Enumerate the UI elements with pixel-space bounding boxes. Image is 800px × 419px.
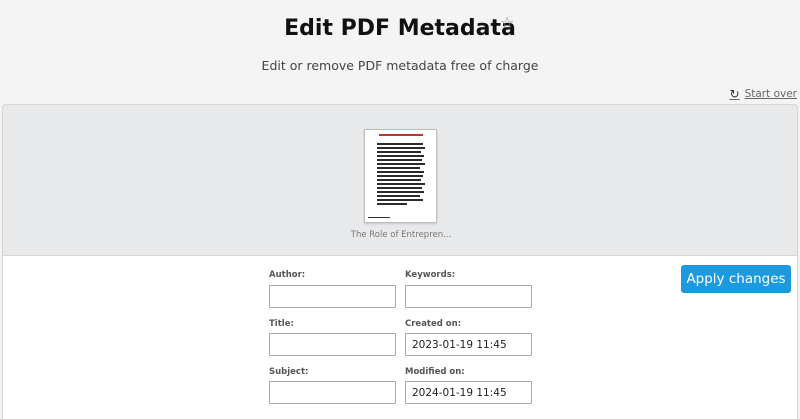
start-over-link[interactable]: ↻ Start over: [730, 88, 797, 100]
thumbnail-heading-line: [379, 134, 423, 136]
modified-on-input[interactable]: [405, 381, 532, 404]
page-subtitle: Edit or remove PDF metadata free of char…: [261, 58, 539, 73]
page-header: Edit PDF Metadata ☆ Edit or remove PDF m…: [0, 0, 800, 104]
thumbnail-footer-line: [368, 216, 390, 218]
keywords-label: Keywords:: [405, 270, 456, 280]
subject-label: Subject:: [269, 367, 309, 377]
author-input[interactable]: [269, 285, 396, 308]
reload-icon: ↻: [729, 87, 740, 101]
pdf-filename: The Role of Entrepren...: [350, 230, 452, 240]
title-label: Title:: [269, 319, 294, 329]
star-icon[interactable]: ☆: [500, 13, 514, 32]
pdf-page-thumbnail[interactable]: [364, 129, 437, 223]
metadata-form: Author: Keywords: Title: Created on: Sub…: [2, 256, 798, 419]
document-preview-area: The Role of Entrepren...: [2, 104, 798, 256]
subject-input[interactable]: [269, 381, 396, 404]
created-on-label: Created on:: [405, 319, 462, 329]
apply-changes-button[interactable]: Apply changes: [681, 265, 791, 293]
modified-on-label: Modified on:: [405, 367, 465, 377]
page-title: Edit PDF Metadata: [284, 16, 516, 41]
created-on-input[interactable]: [405, 333, 532, 356]
keywords-input[interactable]: [405, 285, 532, 308]
title-input[interactable]: [269, 333, 396, 356]
author-label: Author:: [269, 270, 306, 280]
start-over-label: Start over: [744, 88, 797, 100]
page-title-wrapper: Edit PDF Metadata ☆: [0, 13, 800, 41]
